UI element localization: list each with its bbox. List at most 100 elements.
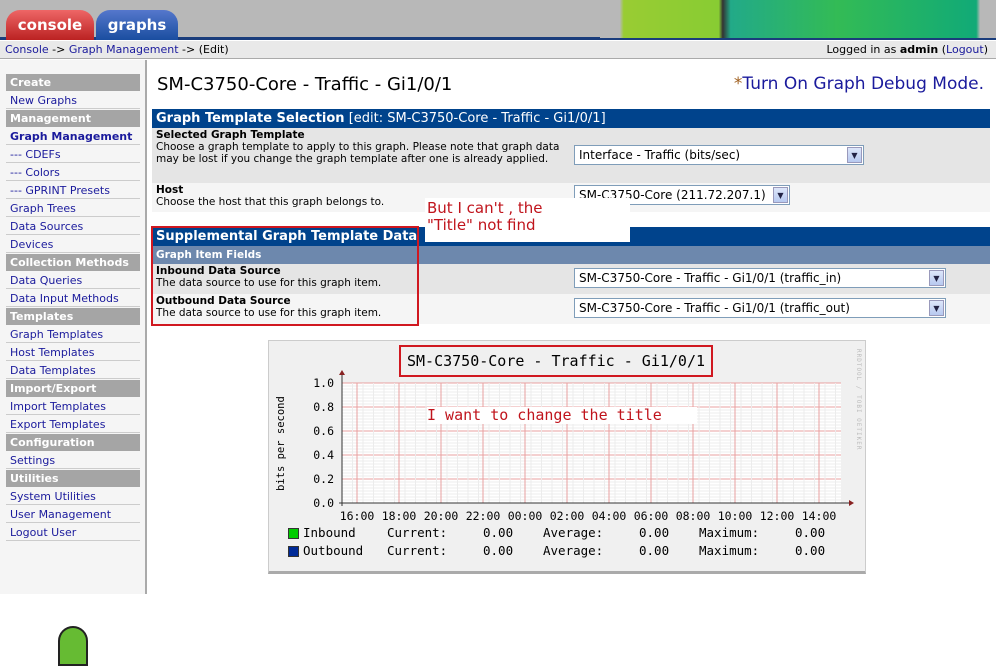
breadcrumb-sep: ->	[178, 43, 199, 56]
sidebar-item-graph-trees[interactable]: Graph Trees	[6, 200, 140, 217]
y-tick-label: 0.6	[313, 424, 334, 438]
cactus-mascot-icon	[58, 626, 88, 666]
select-value: Interface - Traffic (bits/sec)	[579, 148, 741, 162]
sidebar-item-devices[interactable]: Devices	[6, 236, 140, 253]
debug-mode-link[interactable]: *Turn On Graph Debug Mode.	[734, 74, 984, 94]
page-title: SM-C3750-Core - Traffic - Gi1/0/1	[157, 74, 453, 95]
graph-image[interactable]: 16:00 18:00 20:00 22:00 00:00 02:00 04:00 06:00…	[268, 340, 866, 574]
sidebar-item-import-templates[interactable]: Import Templates	[6, 398, 140, 415]
sidebar-item-export-templates[interactable]: Export Templates	[6, 416, 140, 433]
legend-maximum: 0.00	[795, 543, 826, 558]
field-desc: Choose a graph template to apply to this…	[156, 141, 560, 165]
y-tick-label: 0.2	[313, 472, 334, 486]
sidebar-header-utilities: Utilities	[6, 470, 140, 487]
legend-average-label: Average:	[543, 525, 604, 540]
login-user: admin	[899, 43, 939, 56]
breadcrumb-graph-management[interactable]: Graph Management	[69, 43, 179, 56]
legend-maximum-label: Maximum:	[699, 525, 760, 540]
x-tick-label: 06:00	[634, 509, 669, 523]
legend-average: 0.00	[639, 543, 670, 558]
sidebar-item-data-input-methods[interactable]: Data Input Methods	[6, 290, 140, 307]
x-tick-label: 18:00	[382, 509, 417, 523]
legend-current-label: Current:	[387, 543, 448, 558]
field-desc: Choose the host that this graph belongs …	[156, 196, 385, 208]
x-tick-label: 20:00	[424, 509, 459, 523]
legend-current: 0.00	[483, 543, 514, 558]
paren: (	[938, 43, 947, 56]
sidebar-item-settings[interactable]: Settings	[6, 452, 140, 469]
graph-template-selection-table: Graph Template Selection [edit: SM-C3750…	[152, 109, 990, 212]
chevron-down-icon[interactable]: ▼	[929, 300, 944, 316]
sidebar-item-new-graphs[interactable]: New Graphs	[6, 92, 140, 109]
legend-name: Inbound	[303, 525, 356, 540]
sidebar-item-data-templates[interactable]: Data Templates	[6, 362, 140, 379]
y-tick-label: 0.4	[313, 448, 334, 462]
x-tick-label: 08:00	[676, 509, 711, 523]
graph-title: SM-C3750-Core - Traffic - Gi1/0/1	[399, 345, 714, 377]
annotation-highlight-box	[151, 226, 419, 326]
note-line: But I can't , the	[427, 199, 543, 217]
chevron-down-icon[interactable]: ▼	[773, 187, 788, 203]
legend-swatch	[288, 546, 299, 557]
chevron-down-icon[interactable]: ▼	[847, 147, 862, 163]
sidebar-item-graph-management[interactable]: Graph Management	[6, 128, 140, 145]
x-tick-label: 12:00	[760, 509, 795, 523]
header-edit: [edit: SM-C3750-Core - Traffic - Gi1/0/1…	[344, 111, 606, 126]
tab-console[interactable]: console	[6, 10, 94, 40]
paren: )	[983, 43, 988, 56]
graph-template-select[interactable]: Interface - Traffic (bits/sec) ▼	[574, 145, 864, 165]
sidebar-header-management: Management	[6, 110, 140, 127]
sidebar-item-colors[interactable]: --- Colors	[6, 164, 140, 181]
sidebar-item-gprint-presets[interactable]: --- GPRINT Presets	[6, 182, 140, 199]
x-tick-label: 22:00	[466, 509, 501, 523]
inbound-source-select[interactable]: SM-C3750-Core - Traffic - Gi1/0/1 (traff…	[574, 268, 946, 288]
sidebar-header-create: Create	[6, 74, 140, 91]
outbound-source-select[interactable]: SM-C3750-Core - Traffic - Gi1/0/1 (traff…	[574, 298, 946, 318]
sidebar-item-system-utilities[interactable]: System Utilities	[6, 488, 140, 505]
y-axis-arrow	[339, 370, 345, 375]
x-tick-label: 10:00	[718, 509, 753, 523]
y-tick-label: 0.8	[313, 400, 334, 414]
sidebar-header-templates: Templates	[6, 308, 140, 325]
watermark: RRDTOOL / TOBI OETIKER	[855, 349, 862, 451]
note-line: "Title" not find	[427, 216, 536, 234]
sidebar-header-import-export: Import/Export	[6, 380, 140, 397]
breadcrumb-sep: ->	[48, 43, 69, 56]
cacti-logo-banner	[600, 0, 996, 38]
x-tick-label: 02:00	[550, 509, 585, 523]
sidebar-item-data-queries[interactable]: Data Queries	[6, 272, 140, 289]
legend-average: 0.00	[639, 525, 670, 540]
field-label: Selected Graph Template	[156, 129, 305, 141]
breadcrumb-console[interactable]: Console	[5, 43, 49, 56]
sidebar-header-collection-methods: Collection Methods	[6, 254, 140, 271]
annotation-note: I want to change the title	[427, 407, 697, 424]
y-tick-label: 1.0	[313, 376, 334, 390]
breadcrumb-current: (Edit)	[198, 43, 229, 56]
y-tick-label: 0.0	[313, 496, 334, 510]
x-tick-label: 14:00	[802, 509, 837, 523]
annotation-note: But I can't , the "Title" not find	[425, 198, 630, 242]
logout-link[interactable]: Logout	[946, 43, 984, 56]
legend-name: Outbound	[303, 543, 364, 558]
sidebar-item-host-templates[interactable]: Host Templates	[6, 344, 140, 361]
login-prefix: Logged in as	[826, 43, 900, 56]
debug-link-text[interactable]: Turn On Graph Debug Mode.	[742, 74, 984, 94]
sidebar-item-user-management[interactable]: User Management	[6, 506, 140, 523]
x-axis-arrow	[849, 500, 854, 506]
chevron-down-icon[interactable]: ▼	[929, 270, 944, 286]
section-header: Graph Template Selection [edit: SM-C3750…	[152, 109, 990, 128]
legend-swatch	[288, 528, 299, 539]
sidebar-header-configuration: Configuration	[6, 434, 140, 451]
login-status: Logged in as admin (Logout)	[826, 41, 988, 59]
legend-average-label: Average:	[543, 543, 604, 558]
select-value: SM-C3750-Core - Traffic - Gi1/0/1 (traff…	[579, 301, 850, 315]
sidebar-item-graph-templates[interactable]: Graph Templates	[6, 326, 140, 343]
sidebar-item-cdefs[interactable]: --- CDEFs	[6, 146, 140, 163]
y-axis-label: bits per second	[275, 396, 287, 492]
sidebar-item-logout-user[interactable]: Logout User	[6, 524, 140, 541]
legend-current-label: Current:	[387, 525, 448, 540]
sidebar-item-data-sources[interactable]: Data Sources	[6, 218, 140, 235]
tab-graphs[interactable]: graphs	[96, 10, 178, 40]
sidebar: Create New Graphs Management Graph Manageme…	[0, 60, 147, 666]
select-value: SM-C3750-Core - Traffic - Gi1/0/1 (traff…	[579, 271, 842, 285]
